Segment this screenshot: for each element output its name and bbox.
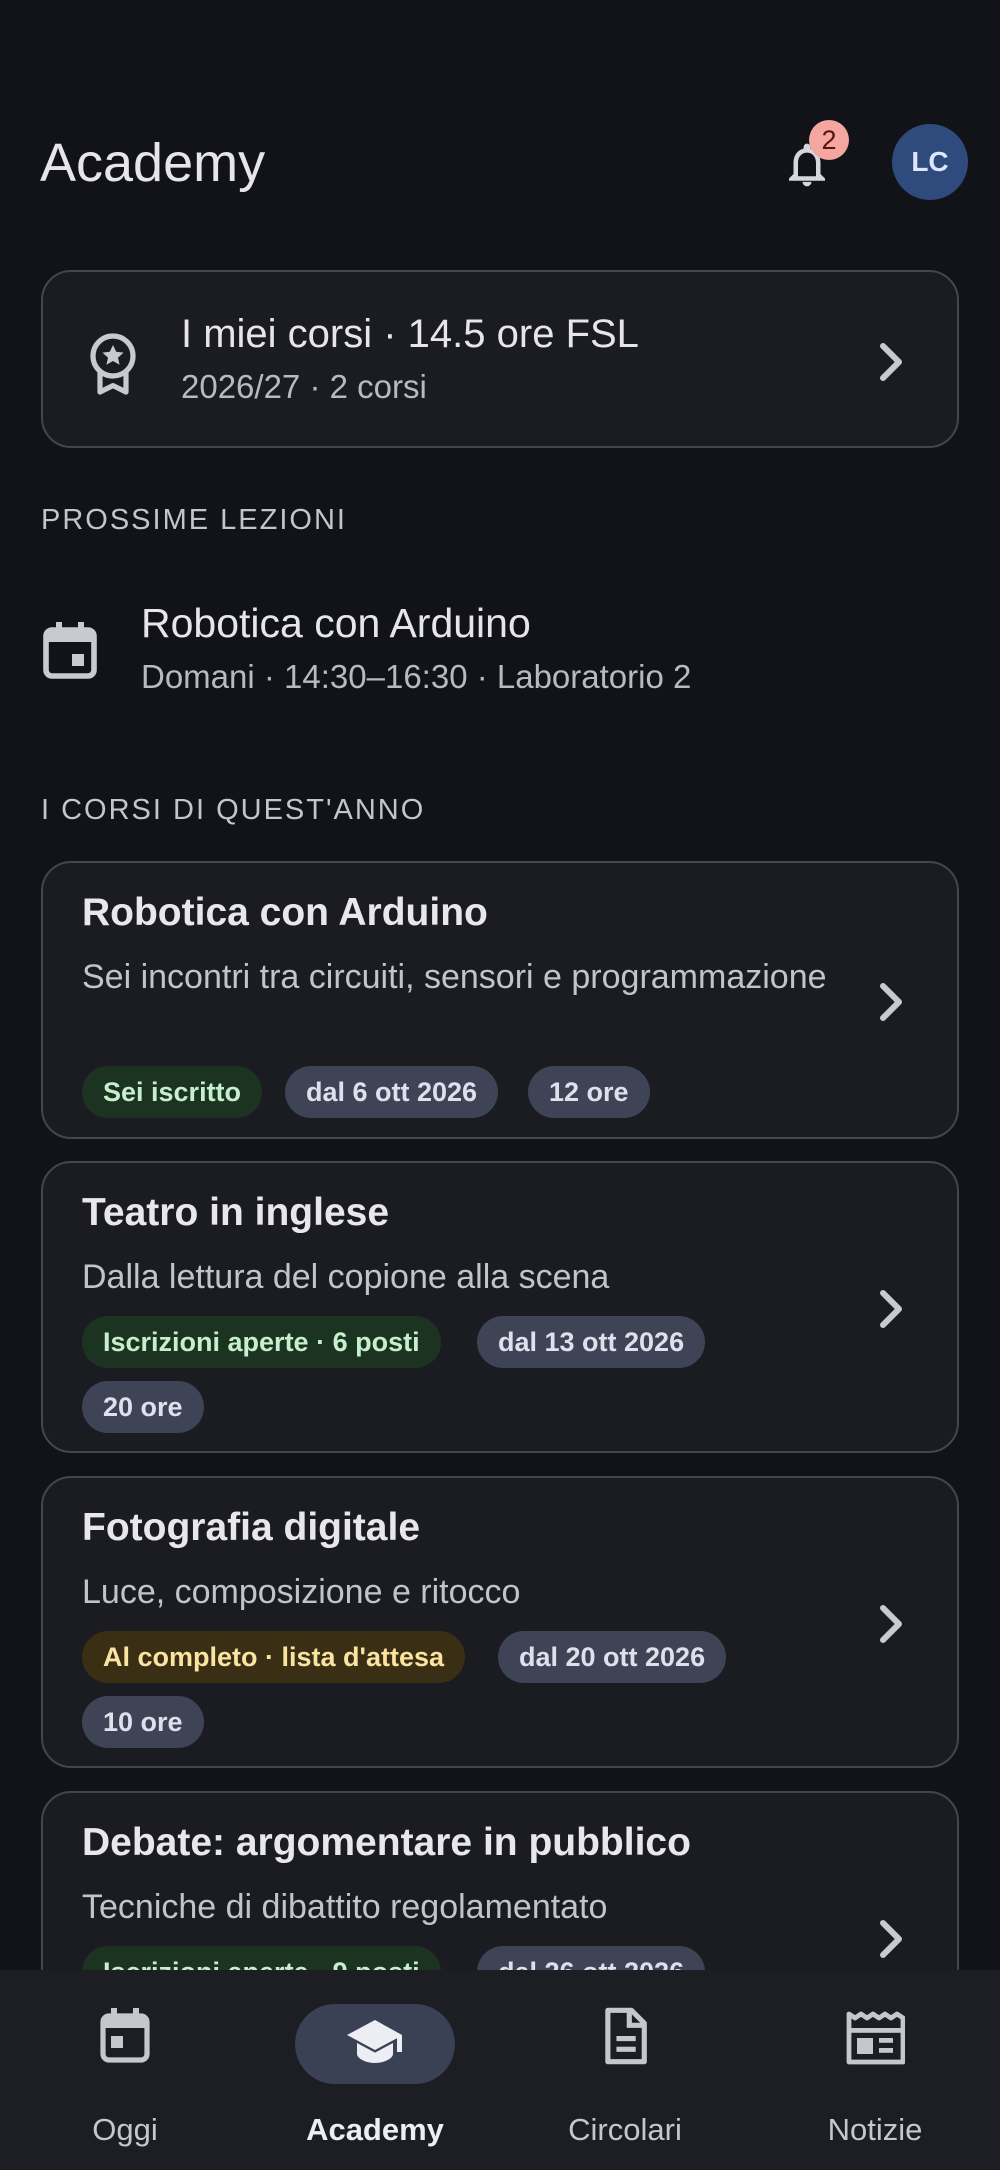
course-card-robotica[interactable]: Robotica con Arduino Sei incontri tra ci… <box>41 861 959 1139</box>
course-name: Debate: argomentare in pubblico <box>82 1821 691 1864</box>
next-lessons-label: PROSSIME LEZIONI <box>41 504 347 536</box>
hours-chip: 10 ore <box>82 1696 204 1748</box>
courses-section-label: I CORSI DI QUEST'ANNO <box>41 794 426 826</box>
chevron-right-icon <box>880 1605 902 1643</box>
course-description: Sei incontri tra circuiti, sensori e pro… <box>82 958 827 996</box>
graduation-cap-icon <box>347 2020 402 2063</box>
academy-screen: Academy 2 LC I miei corsi · 14.5 ore FSL… <box>0 0 1000 2170</box>
next-lesson-details: Domani · 14:30–16:30 · Laboratorio 2 <box>141 658 692 695</box>
nav-item-notizie[interactable]: Notizie <box>750 1970 1000 2170</box>
my-courses-card[interactable]: I miei corsi · 14.5 ore FSL 2026/27 · 2 … <box>41 270 959 448</box>
course-description: Luce, composizione e ritocco <box>82 1573 521 1611</box>
chevron-right-icon <box>880 983 902 1021</box>
top-app-bar: Academy 2 LC <box>0 110 1000 210</box>
course-name: Robotica con Arduino <box>82 891 488 934</box>
award-icon <box>90 333 136 395</box>
start-date-chip: dal 13 ott 2026 <box>477 1316 706 1368</box>
nav-label: Academy <box>306 2112 444 2147</box>
page-title: Academy <box>40 133 266 193</box>
chevron-right-icon <box>880 343 902 381</box>
nav-item-oggi[interactable]: Oggi <box>0 1970 250 2170</box>
status-chip: Iscrizioni aperte · 6 posti <box>82 1316 441 1368</box>
next-lesson-title: Robotica con Arduino <box>141 600 531 646</box>
nav-label: Oggi <box>92 2112 158 2147</box>
nav-item-academy[interactable]: Academy <box>250 1970 500 2170</box>
calendar-icon <box>43 622 97 679</box>
notification-count-badge: 2 <box>809 120 849 160</box>
nav-label: Notizie <box>827 2112 923 2147</box>
my-courses-subtitle: 2026/27 · 2 corsi <box>181 368 427 405</box>
course-card-fotografia[interactable]: Fotografia digitale Luce, composizione e… <box>41 1476 959 1768</box>
nav-label: Circolari <box>568 2112 682 2147</box>
course-description: Dalla lettura del copione alla scena <box>82 1258 610 1296</box>
hours-chip: 20 ore <box>82 1381 204 1433</box>
course-description: Tecniche di dibattito regolamentato <box>82 1888 608 1926</box>
course-name: Teatro in inglese <box>82 1191 390 1234</box>
start-date-chip: dal 20 ott 2026 <box>498 1631 727 1683</box>
status-chip: Sei iscritto <box>82 1066 263 1118</box>
my-courses-title: I miei corsi · 14.5 ore FSL <box>181 312 639 356</box>
status-chip: Al completo · lista d'attesa <box>82 1631 465 1683</box>
nav-item-circolari[interactable]: Circolari <box>500 1970 750 2170</box>
course-name: Fotografia digitale <box>82 1506 421 1549</box>
document-icon <box>605 2007 647 2065</box>
newspaper-icon <box>846 2011 905 2065</box>
calendar-icon <box>100 2008 150 2063</box>
chevron-right-icon <box>880 1290 902 1328</box>
avatar[interactable]: LC <box>892 124 968 200</box>
bottom-navigation: Oggi Academy Circolari Notizie <box>0 1970 1000 2170</box>
chevron-right-icon <box>880 1920 902 1958</box>
start-date-chip: dal 6 ott 2026 <box>285 1066 499 1118</box>
course-card-teatro[interactable]: Teatro in inglese Dalla lettura del copi… <box>41 1161 959 1453</box>
hours-chip: 12 ore <box>528 1066 650 1118</box>
